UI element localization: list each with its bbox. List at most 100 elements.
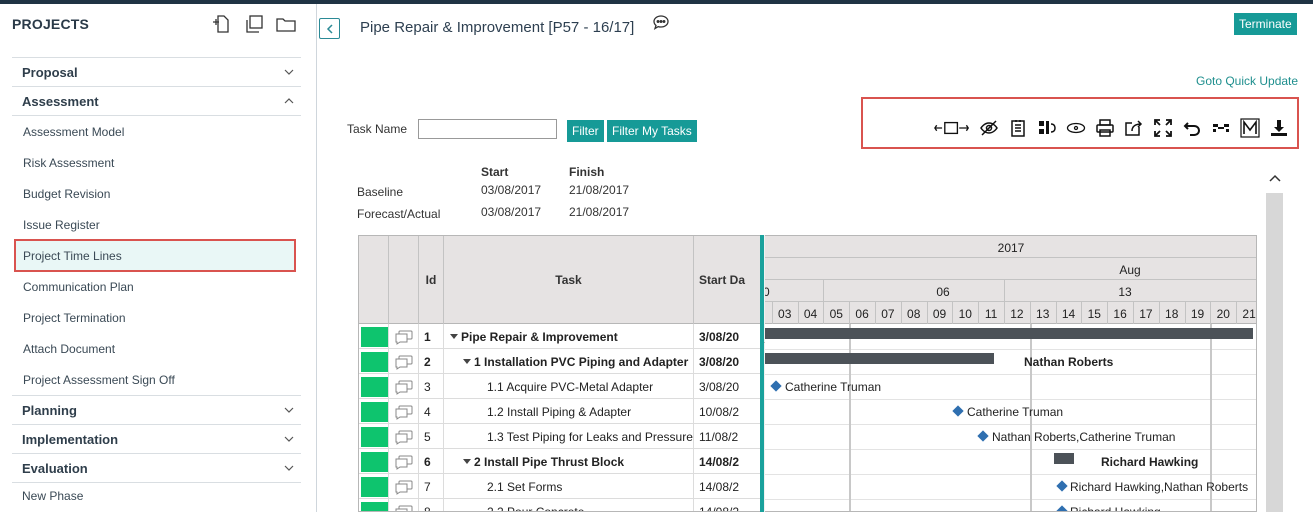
download-icon[interactable] — [1269, 118, 1289, 138]
resource-label: Catherine Truman — [967, 405, 1064, 419]
comment-icon[interactable] — [394, 429, 414, 445]
sidebar-item-project-assessment-sign-off[interactable]: Project Assessment Sign Off — [12, 364, 301, 395]
comment-cell[interactable] — [389, 449, 419, 474]
summary-bar[interactable] — [765, 353, 994, 364]
collapse-sidebar-button[interactable] — [319, 18, 340, 39]
table-row[interactable]: 4 1.2 Install Piping & Adapter 10/08/2 — [359, 399, 760, 424]
collapse-icon[interactable] — [1211, 118, 1231, 138]
task-cell[interactable]: 1.3 Test Piping for Leaks and Pressure — [444, 424, 694, 449]
undo-icon[interactable] — [1182, 118, 1202, 138]
caret-down-icon[interactable] — [450, 334, 458, 339]
chevron-up-icon[interactable] — [1269, 173, 1281, 183]
table-row[interactable]: 7 2.1 Set Forms 14/08/2 — [359, 474, 760, 499]
sidebar-item-project-time-lines[interactable]: Project Time Lines — [14, 239, 296, 272]
row-divider — [765, 424, 1256, 425]
hide-icon[interactable] — [979, 118, 999, 138]
caret-down-icon[interactable] — [463, 459, 471, 464]
forecast-start: 03/08/2017 — [481, 205, 542, 219]
task-cell[interactable]: 2.1 Set Forms — [444, 474, 694, 499]
resource-label: Richard Hawking — [1101, 455, 1199, 469]
summary-bar[interactable] — [1054, 453, 1074, 464]
sidebar-item-assessment-model[interactable]: Assessment Model — [12, 116, 301, 147]
grid-header: Id Task Start Da — [359, 236, 760, 324]
table-row[interactable]: 2 1 Installation PVC Piping and Adapter 3/… — [359, 349, 760, 374]
section-implementation[interactable]: Implementation — [12, 424, 301, 453]
table-row[interactable]: 3 1.1 Acquire PVC-Metal Adapter 3/08/20 — [359, 374, 760, 399]
sidebar-item-communication-plan[interactable]: Communication Plan — [12, 271, 301, 302]
grid-gantt-splitter[interactable] — [760, 235, 764, 512]
comment-cell[interactable] — [389, 424, 419, 449]
ms-project-icon[interactable] — [1240, 118, 1260, 138]
split-icon[interactable] — [1037, 118, 1057, 138]
comment-icon[interactable] — [394, 379, 414, 395]
comment-icon[interactable] — [394, 479, 414, 495]
filter-my-tasks-button[interactable]: Filter My Tasks — [607, 120, 697, 142]
baseline-start: 03/08/2017 — [481, 183, 542, 197]
comment-cell[interactable] — [389, 349, 419, 374]
sidebar-item-issue-register[interactable]: Issue Register — [12, 209, 301, 240]
comment-cell[interactable] — [389, 474, 419, 499]
start-date-column-header[interactable]: Start Da — [694, 236, 760, 324]
year-label: 2017 — [997, 241, 1025, 255]
id-column-header[interactable]: Id — [419, 236, 444, 324]
table-row[interactable]: 1 Pipe Repair & Improvement 3/08/20 — [359, 324, 760, 349]
day-label: 19 — [1190, 307, 1205, 321]
milestone-marker[interactable] — [770, 380, 782, 392]
summary-bar[interactable] — [765, 328, 1253, 339]
fullscreen-icon[interactable] — [1153, 118, 1173, 138]
comment-icon[interactable] — [394, 404, 414, 420]
task-cell[interactable]: 2 Install Pipe Thrust Block — [444, 449, 694, 474]
terminate-button[interactable]: Terminate — [1234, 13, 1297, 35]
task-name-input[interactable] — [418, 119, 557, 139]
comment-cell[interactable] — [389, 374, 419, 399]
section-proposal[interactable]: Proposal — [12, 57, 301, 86]
task-cell[interactable]: 1 Installation PVC Piping and Adapter — [444, 349, 694, 374]
task-name-label: Task Name — [347, 122, 408, 136]
panel-scrollbar[interactable] — [1266, 153, 1283, 512]
table-row[interactable]: 5 1.3 Test Piping for Leaks and Pressure 1… — [359, 424, 760, 449]
comment-cell[interactable] — [389, 499, 419, 512]
comment-icon[interactable] — [652, 14, 670, 32]
sidebar-item-risk-assessment[interactable]: Risk Assessment — [12, 147, 301, 178]
task-cell[interactable]: 1.2 Install Piping & Adapter — [444, 399, 694, 424]
copy-icon[interactable] — [244, 14, 264, 34]
goto-quick-update-link[interactable]: Goto Quick Update — [1196, 74, 1298, 88]
day-label: 09 — [932, 307, 947, 321]
sidebar-item-budget-revision[interactable]: Budget Revision — [12, 178, 301, 209]
view-icon[interactable] — [1066, 118, 1086, 138]
milestone-marker[interactable] — [977, 430, 989, 442]
add-document-icon[interactable] — [212, 14, 232, 34]
scrollbar-track-top — [1266, 153, 1283, 193]
milestone-marker[interactable] — [1056, 480, 1068, 492]
table-row[interactable]: 8 2.2 Pour Concrete 14/08/2 — [359, 499, 760, 512]
task-cell[interactable]: 1.1 Acquire PVC-Metal Adapter — [444, 374, 694, 399]
comment-cell[interactable] — [389, 399, 419, 424]
section-evaluation[interactable]: Evaluation — [12, 453, 301, 482]
filter-button[interactable]: Filter — [567, 120, 604, 142]
share-icon[interactable] — [1124, 118, 1144, 138]
day-label: 08 — [907, 307, 921, 321]
resize-icon[interactable] — [934, 118, 970, 138]
comment-icon[interactable] — [394, 454, 414, 470]
notes-icon[interactable] — [1008, 118, 1028, 138]
task-name: 1 Installation PVC Piping and Adapter — [474, 354, 689, 369]
caret-down-icon[interactable] — [463, 359, 471, 364]
table-row[interactable]: 6 2 Install Pipe Thrust Block 14/08/2 — [359, 449, 760, 474]
milestone-marker[interactable] — [1056, 505, 1068, 511]
section-planning[interactable]: Planning — [12, 395, 301, 424]
comment-cell[interactable] — [389, 324, 419, 349]
comment-icon[interactable] — [394, 354, 414, 370]
sidebar-item-project-termination[interactable]: Project Termination — [12, 302, 301, 333]
week-label: 30 — [765, 285, 773, 299]
sidebar-item-new-phase[interactable]: New Phase — [12, 482, 301, 509]
section-assessment[interactable]: Assessment — [12, 86, 301, 115]
comment-icon[interactable] — [394, 329, 414, 345]
task-cell[interactable]: Pipe Repair & Improvement — [444, 324, 694, 349]
comment-icon[interactable] — [394, 504, 414, 512]
milestone-marker[interactable] — [952, 405, 964, 417]
print-icon[interactable] — [1095, 118, 1115, 138]
task-cell[interactable]: 2.2 Pour Concrete — [444, 499, 694, 511]
task-column-header[interactable]: Task — [444, 236, 694, 324]
sidebar-item-attach-document[interactable]: Attach Document — [12, 333, 301, 364]
folder-icon[interactable] — [276, 14, 296, 34]
